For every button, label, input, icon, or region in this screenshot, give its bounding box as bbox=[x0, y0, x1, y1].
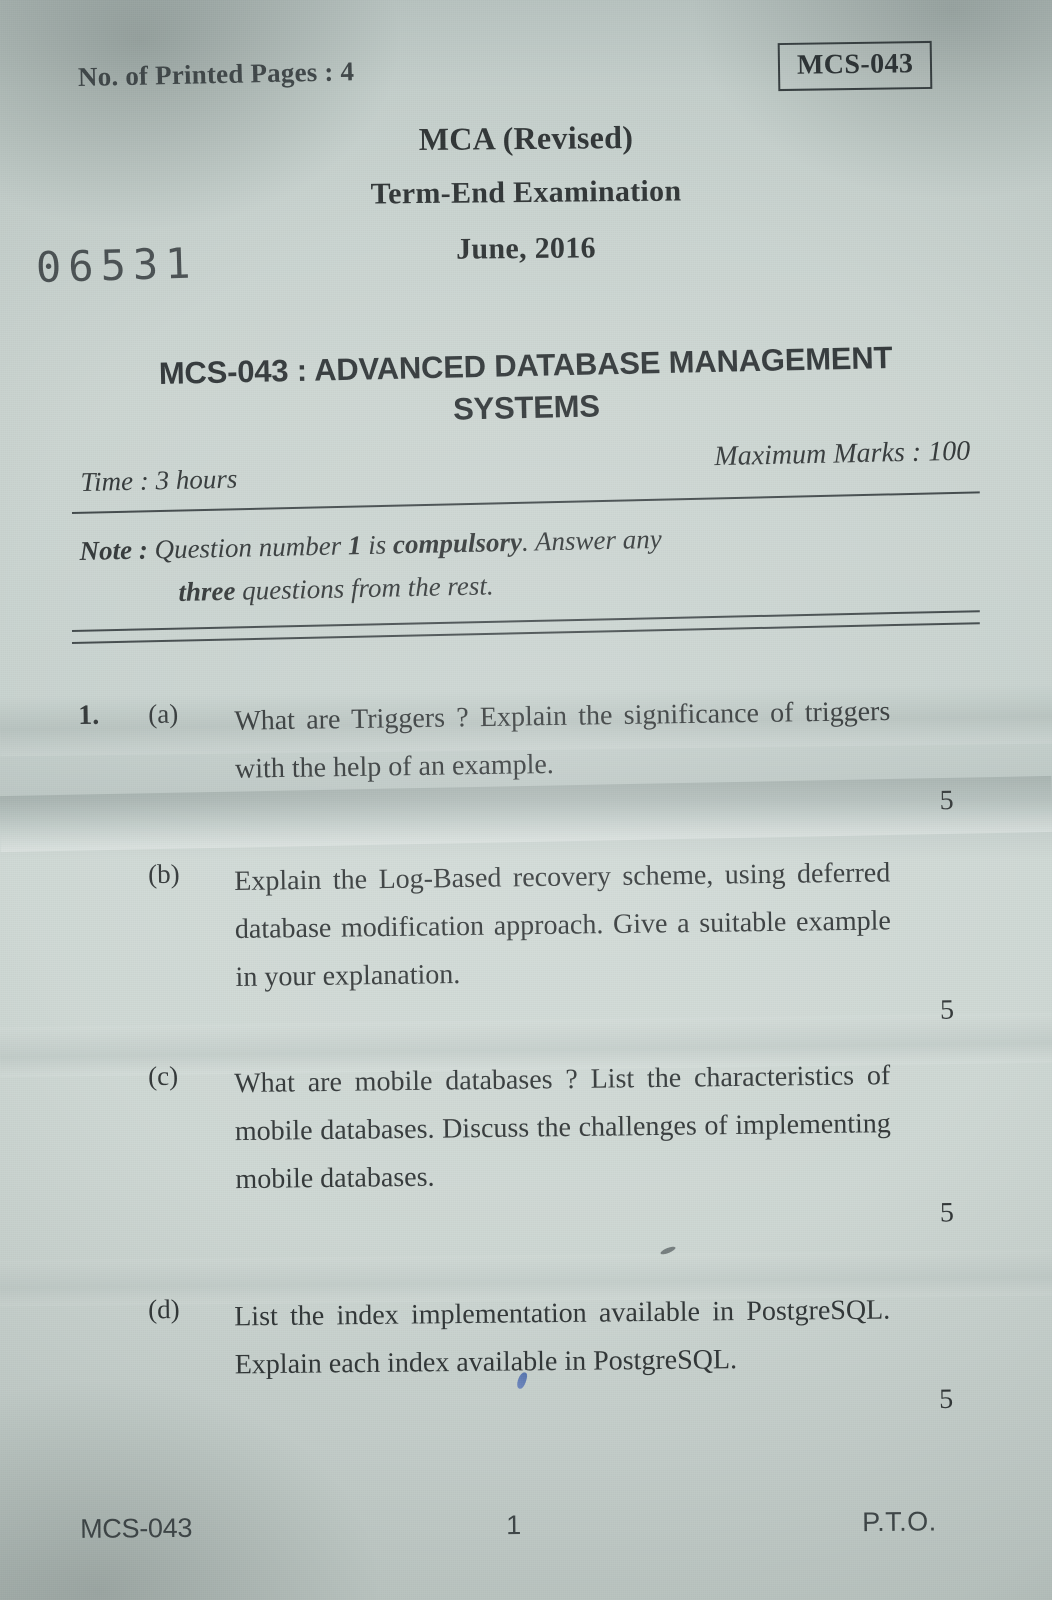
question-1d: (d) List the index implementation availa… bbox=[0, 1285, 1052, 1415]
footer-course-code: MCS-043 bbox=[80, 1512, 193, 1544]
question-text: List the index implementation available … bbox=[234, 1294, 891, 1381]
question-part-label: (c) bbox=[147, 1060, 179, 1092]
question-text: What are Triggers ? Explain the signific… bbox=[234, 695, 891, 785]
note-text-part-1: Question number bbox=[154, 530, 349, 565]
question-part-label: (d) bbox=[147, 1293, 180, 1325]
footer-pto-label: P.T.O. bbox=[861, 1506, 937, 1538]
question-part-label: (b) bbox=[147, 858, 180, 890]
pencil-scuff-mark bbox=[659, 1245, 677, 1256]
question-marks: 5 bbox=[938, 1383, 954, 1416]
question-text: Explain the Log-Based recovery scheme, u… bbox=[234, 857, 892, 994]
horizontal-rule-bottom-1 bbox=[71, 610, 980, 632]
page-footer: MCS-043 1 P.T.O. bbox=[0, 1505, 1052, 1543]
exam-type-title: Term-End Examination bbox=[370, 174, 682, 211]
note-label: Note : bbox=[79, 534, 149, 567]
note-text-part-2: is bbox=[361, 529, 394, 561]
question-number: 1. bbox=[78, 699, 100, 732]
question-marks: 5 bbox=[939, 1197, 955, 1229]
subject-title: MCS-043 : ADVANCED DATABASE MANAGEMENT S… bbox=[59, 335, 993, 440]
roll-number-stamp: 06531 bbox=[35, 238, 199, 292]
course-code-box: MCS-043 bbox=[777, 40, 933, 92]
footer-page-number: 1 bbox=[506, 1510, 522, 1541]
question-part-label: (a) bbox=[147, 698, 179, 729]
question-text: What are mobile databases ? List the cha… bbox=[234, 1060, 892, 1196]
horizontal-rule-bottom-2 bbox=[71, 622, 980, 644]
exam-duration: Time : 3 hours bbox=[80, 463, 238, 497]
question-1a: 1. (a) What are Triggers ? Explain the s… bbox=[0, 686, 1052, 816]
note-block: Note : Question number 1 is compulsory. … bbox=[79, 511, 971, 615]
exam-paper-page: No. of Printed Pages : 4 MCS-043 MCA (Re… bbox=[0, 0, 1052, 1600]
question-marks: 5 bbox=[939, 994, 955, 1026]
note-bold-three: three bbox=[178, 575, 236, 607]
note-text-part-3: . Answer any bbox=[521, 523, 662, 557]
question-1c: (c) What are mobile databases ? List the… bbox=[0, 1050, 1052, 1228]
question-marks: 5 bbox=[939, 785, 954, 817]
exam-info-row: Time : 3 hours Maximum Marks : 100 bbox=[80, 436, 970, 497]
question-1b: (b) Explain the Log-Based recovery schem… bbox=[0, 847, 1052, 1025]
programme-title: MCA (Revised) bbox=[418, 118, 634, 158]
printed-pages-label: No. of Printed Pages : 4 bbox=[77, 56, 355, 92]
note-text-part-4: questions from the rest. bbox=[235, 570, 494, 606]
note-bold-one: 1 bbox=[347, 530, 362, 561]
note-bold-compulsory: compulsory bbox=[392, 526, 523, 560]
maximum-marks: Maximum Marks : 100 bbox=[714, 435, 971, 473]
page-content: No. of Printed Pages : 4 MCS-043 MCA (Re… bbox=[0, 0, 1052, 1600]
